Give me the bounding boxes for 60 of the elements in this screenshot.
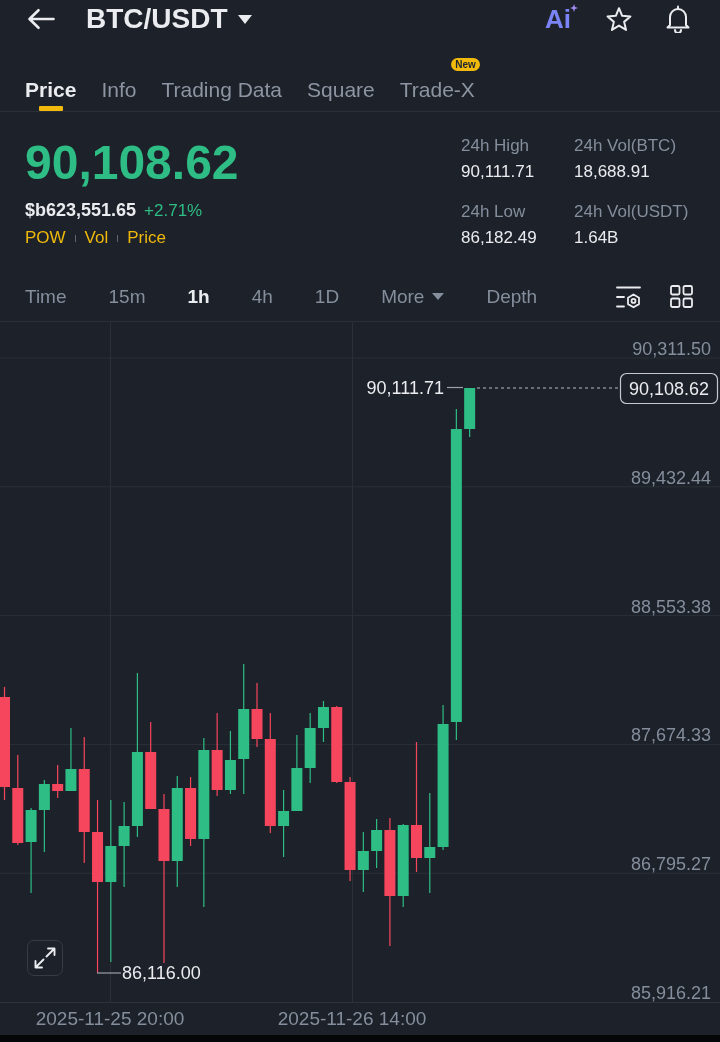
star-icon[interactable] — [606, 6, 632, 32]
price-axis-label: 86,795.27 — [630, 854, 711, 875]
interval-tab[interactable]: 15m — [108, 284, 146, 309]
high-price-label: 90,111.71 — [366, 378, 444, 398]
ai-button[interactable]: Ai — [545, 4, 578, 34]
sparkle-icon — [570, 4, 578, 12]
interval-tab[interactable]: Time — [25, 284, 67, 309]
falling-candle — [52, 765, 64, 798]
rising-candle — [224, 731, 236, 794]
stat-value: 90,111.71 — [461, 161, 535, 183]
stat-label: 24h Vol(BTC) — [574, 135, 677, 157]
back-icon[interactable] — [27, 8, 55, 30]
falling-candle — [185, 777, 197, 846]
caret-icon — [237, 14, 252, 24]
converted-price: $b623,551.65 — [25, 199, 137, 221]
indicator-link[interactable]: Vol — [84, 228, 109, 248]
price-axis-label: 85,916.21 — [630, 983, 711, 1003]
last-price: 90,108.62 — [25, 138, 239, 188]
price-axis-label: 90,311.50 — [632, 339, 711, 359]
low-price-label: 86,116.00 — [122, 963, 201, 983]
interval-tab[interactable]: 1D — [314, 284, 340, 309]
indicator-link[interactable]: Price — [127, 228, 166, 248]
rising-candle — [65, 728, 77, 791]
rising-candle — [38, 780, 50, 852]
price-axis-label: 87,674.33 — [630, 725, 711, 746]
grid-icon[interactable] — [670, 285, 693, 308]
rising-candle — [278, 790, 290, 857]
rising-candle — [357, 832, 369, 892]
tab[interactable]: Price — [25, 38, 77, 111]
stat-value: 1.64B — [574, 227, 619, 249]
price-axis-label: 89,432.44 — [630, 467, 711, 488]
more-dropdown[interactable]: More — [381, 284, 445, 309]
interval-tab[interactable]: 4h — [251, 284, 273, 309]
new-badge: New — [451, 58, 480, 71]
time-axis-label: 2025-11-25 20:00 — [35, 1007, 185, 1029]
expand-button[interactable] — [27, 940, 63, 976]
rising-candle — [371, 819, 383, 868]
stat-value: 18,688.91 — [574, 161, 650, 183]
caret-icon — [432, 293, 445, 300]
bell-icon[interactable] — [664, 5, 692, 33]
stat-label: 24h Low — [461, 201, 526, 223]
pair-selector[interactable]: BTC/USDT — [86, 3, 252, 35]
leader-line — [96, 972, 122, 974]
interval-tab[interactable]: Depth — [486, 284, 538, 309]
tab[interactable]: Square — [307, 38, 375, 111]
price-change: +2.71% — [144, 200, 203, 222]
last-price-tag: 90,108.62 — [619, 372, 719, 405]
leader-line — [446, 386, 464, 389]
time-axis-label: 2025-11-26 14:00 — [277, 1007, 427, 1029]
rising-candle — [464, 388, 476, 437]
settings-icon[interactable] — [616, 284, 641, 309]
stat-value: 86,182.49 — [461, 227, 537, 249]
tab[interactable]: Trading Data — [161, 38, 283, 111]
tab[interactable]: Info — [101, 38, 137, 111]
stat-label: 24h Vol(USDT) — [574, 201, 689, 223]
indicator-link[interactable]: POW — [25, 228, 66, 248]
stat-label: 24h High — [461, 135, 530, 157]
interval-tab[interactable]: 1h — [187, 284, 210, 309]
expand-icon — [34, 947, 56, 969]
price-axis-label: 88,553.38 — [630, 596, 711, 617]
